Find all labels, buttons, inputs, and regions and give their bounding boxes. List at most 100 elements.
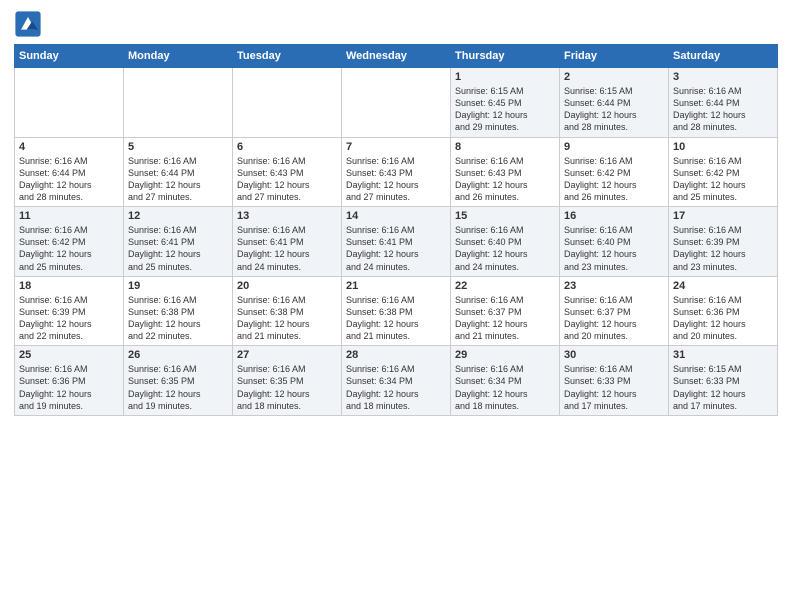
day-info: Sunrise: 6:16 AMSunset: 6:39 PMDaylight:…: [673, 224, 773, 273]
day-info: Sunrise: 6:16 AMSunset: 6:41 PMDaylight:…: [128, 224, 228, 273]
day-cell: 3 Sunrise: 6:16 AMSunset: 6:44 PMDaylight…: [669, 68, 778, 138]
day-number: 18: [19, 280, 119, 292]
day-number: 10: [673, 141, 773, 153]
calendar-table: SundayMondayTuesdayWednesdayThursdayFrid…: [14, 44, 778, 416]
day-cell: 20 Sunrise: 6:16 AMSunset: 6:38 PMDayligh…: [233, 276, 342, 346]
week-row-4: 18 Sunrise: 6:16 AMSunset: 6:39 PMDayligh…: [15, 276, 778, 346]
day-info: Sunrise: 6:16 AMSunset: 6:38 PMDaylight:…: [346, 294, 446, 343]
day-info: Sunrise: 6:16 AMSunset: 6:34 PMDaylight:…: [455, 363, 555, 412]
day-cell: 22 Sunrise: 6:16 AMSunset: 6:37 PMDayligh…: [451, 276, 560, 346]
day-cell: 17 Sunrise: 6:16 AMSunset: 6:39 PMDayligh…: [669, 207, 778, 277]
day-info: Sunrise: 6:16 AMSunset: 6:35 PMDaylight:…: [128, 363, 228, 412]
header-cell-monday: Monday: [124, 45, 233, 68]
day-cell: 6 Sunrise: 6:16 AMSunset: 6:43 PMDaylight…: [233, 137, 342, 207]
day-cell: 18 Sunrise: 6:16 AMSunset: 6:39 PMDayligh…: [15, 276, 124, 346]
day-cell: 14Sunrise: 6:16 AMSunset: 6:41 PMDayligh…: [342, 207, 451, 277]
header-cell-thursday: Thursday: [451, 45, 560, 68]
day-cell: 4 Sunrise: 6:16 AMSunset: 6:44 PMDaylight…: [15, 137, 124, 207]
week-row-1: 1 Sunrise: 6:15 AMSunset: 6:45 PMDaylight…: [15, 68, 778, 138]
day-number: 24: [673, 280, 773, 292]
day-number: 12: [128, 210, 228, 222]
day-cell: [233, 68, 342, 138]
day-info: Sunrise: 6:16 AMSunset: 6:44 PMDaylight:…: [19, 155, 119, 204]
day-info: Sunrise: 6:16 AMSunset: 6:43 PMDaylight:…: [346, 155, 446, 204]
logo-icon: [14, 10, 42, 38]
header-cell-wednesday: Wednesday: [342, 45, 451, 68]
day-number: 15: [455, 210, 555, 222]
day-cell: 7Sunrise: 6:16 AMSunset: 6:43 PMDaylight…: [342, 137, 451, 207]
day-number: 3: [673, 71, 773, 83]
header-cell-sunday: Sunday: [15, 45, 124, 68]
day-number: 19: [128, 280, 228, 292]
logo: [14, 10, 46, 38]
day-info: Sunrise: 6:16 AMSunset: 6:33 PMDaylight:…: [564, 363, 664, 412]
day-info: Sunrise: 6:16 AMSunset: 6:34 PMDaylight:…: [346, 363, 446, 412]
day-number: 11: [19, 210, 119, 222]
day-number: 23: [564, 280, 664, 292]
day-cell: [15, 68, 124, 138]
day-info: Sunrise: 6:16 AMSunset: 6:41 PMDaylight:…: [237, 224, 337, 273]
day-info: Sunrise: 6:16 AMSunset: 6:36 PMDaylight:…: [673, 294, 773, 343]
day-cell: 2Sunrise: 6:15 AMSunset: 6:44 PMDaylight…: [560, 68, 669, 138]
day-info: Sunrise: 6:16 AMSunset: 6:37 PMDaylight:…: [455, 294, 555, 343]
day-number: 17: [673, 210, 773, 222]
day-number: 26: [128, 349, 228, 361]
day-info: Sunrise: 6:16 AMSunset: 6:40 PMDaylight:…: [455, 224, 555, 273]
day-info: Sunrise: 6:16 AMSunset: 6:38 PMDaylight:…: [128, 294, 228, 343]
day-number: 22: [455, 280, 555, 292]
week-row-5: 25 Sunrise: 6:16 AMSunset: 6:36 PMDayligh…: [15, 346, 778, 416]
day-cell: 25 Sunrise: 6:16 AMSunset: 6:36 PMDayligh…: [15, 346, 124, 416]
day-number: 9: [564, 141, 664, 153]
day-info: Sunrise: 6:16 AMSunset: 6:44 PMDaylight:…: [673, 85, 773, 134]
day-cell: 8Sunrise: 6:16 AMSunset: 6:43 PMDaylight…: [451, 137, 560, 207]
day-cell: 13 Sunrise: 6:16 AMSunset: 6:41 PMDayligh…: [233, 207, 342, 277]
day-number: 21: [346, 280, 446, 292]
day-number: 28: [346, 349, 446, 361]
day-info: Sunrise: 6:15 AMSunset: 6:44 PMDaylight:…: [564, 85, 664, 134]
day-info: Sunrise: 6:16 AMSunset: 6:40 PMDaylight:…: [564, 224, 664, 273]
calendar-thead: SundayMondayTuesdayWednesdayThursdayFrid…: [15, 45, 778, 68]
day-number: 6: [237, 141, 337, 153]
day-number: 5: [128, 141, 228, 153]
day-number: 25: [19, 349, 119, 361]
day-info: Sunrise: 6:16 AMSunset: 6:37 PMDaylight:…: [564, 294, 664, 343]
day-info: Sunrise: 6:15 AMSunset: 6:45 PMDaylight:…: [455, 85, 555, 134]
week-row-3: 11 Sunrise: 6:16 AMSunset: 6:42 PMDayligh…: [15, 207, 778, 277]
day-number: 29: [455, 349, 555, 361]
day-cell: 27 Sunrise: 6:16 AMSunset: 6:35 PMDayligh…: [233, 346, 342, 416]
day-cell: 9 Sunrise: 6:16 AMSunset: 6:42 PMDaylight…: [560, 137, 669, 207]
day-number: 27: [237, 349, 337, 361]
day-info: Sunrise: 6:16 AMSunset: 6:38 PMDaylight:…: [237, 294, 337, 343]
header-cell-saturday: Saturday: [669, 45, 778, 68]
day-cell: [124, 68, 233, 138]
week-row-2: 4 Sunrise: 6:16 AMSunset: 6:44 PMDaylight…: [15, 137, 778, 207]
day-cell: 28 Sunrise: 6:16 AMSunset: 6:34 PMDayligh…: [342, 346, 451, 416]
day-info: Sunrise: 6:16 AMSunset: 6:39 PMDaylight:…: [19, 294, 119, 343]
day-cell: [342, 68, 451, 138]
day-number: 30: [564, 349, 664, 361]
day-cell: 16Sunrise: 6:16 AMSunset: 6:40 PMDayligh…: [560, 207, 669, 277]
day-info: Sunrise: 6:16 AMSunset: 6:36 PMDaylight:…: [19, 363, 119, 412]
day-number: 8: [455, 141, 555, 153]
day-cell: 24 Sunrise: 6:16 AMSunset: 6:36 PMDayligh…: [669, 276, 778, 346]
day-info: Sunrise: 6:16 AMSunset: 6:41 PMDaylight:…: [346, 224, 446, 273]
header-cell-friday: Friday: [560, 45, 669, 68]
day-info: Sunrise: 6:16 AMSunset: 6:35 PMDaylight:…: [237, 363, 337, 412]
day-number: 1: [455, 71, 555, 83]
day-cell: 31Sunrise: 6:15 AMSunset: 6:33 PMDayligh…: [669, 346, 778, 416]
day-info: Sunrise: 6:16 AMSunset: 6:42 PMDaylight:…: [19, 224, 119, 273]
day-number: 4: [19, 141, 119, 153]
day-info: Sunrise: 6:16 AMSunset: 6:42 PMDaylight:…: [564, 155, 664, 204]
day-cell: 5 Sunrise: 6:16 AMSunset: 6:44 PMDaylight…: [124, 137, 233, 207]
day-number: 13: [237, 210, 337, 222]
day-info: Sunrise: 6:16 AMSunset: 6:43 PMDaylight:…: [237, 155, 337, 204]
day-number: 20: [237, 280, 337, 292]
header-cell-tuesday: Tuesday: [233, 45, 342, 68]
header-row: SundayMondayTuesdayWednesdayThursdayFrid…: [15, 45, 778, 68]
day-cell: 15 Sunrise: 6:16 AMSunset: 6:40 PMDayligh…: [451, 207, 560, 277]
day-cell: 10Sunrise: 6:16 AMSunset: 6:42 PMDayligh…: [669, 137, 778, 207]
calendar-header: [14, 10, 778, 38]
day-info: Sunrise: 6:15 AMSunset: 6:33 PMDaylight:…: [673, 363, 773, 412]
calendar-body: 1 Sunrise: 6:15 AMSunset: 6:45 PMDaylight…: [15, 68, 778, 416]
day-info: Sunrise: 6:16 AMSunset: 6:44 PMDaylight:…: [128, 155, 228, 204]
